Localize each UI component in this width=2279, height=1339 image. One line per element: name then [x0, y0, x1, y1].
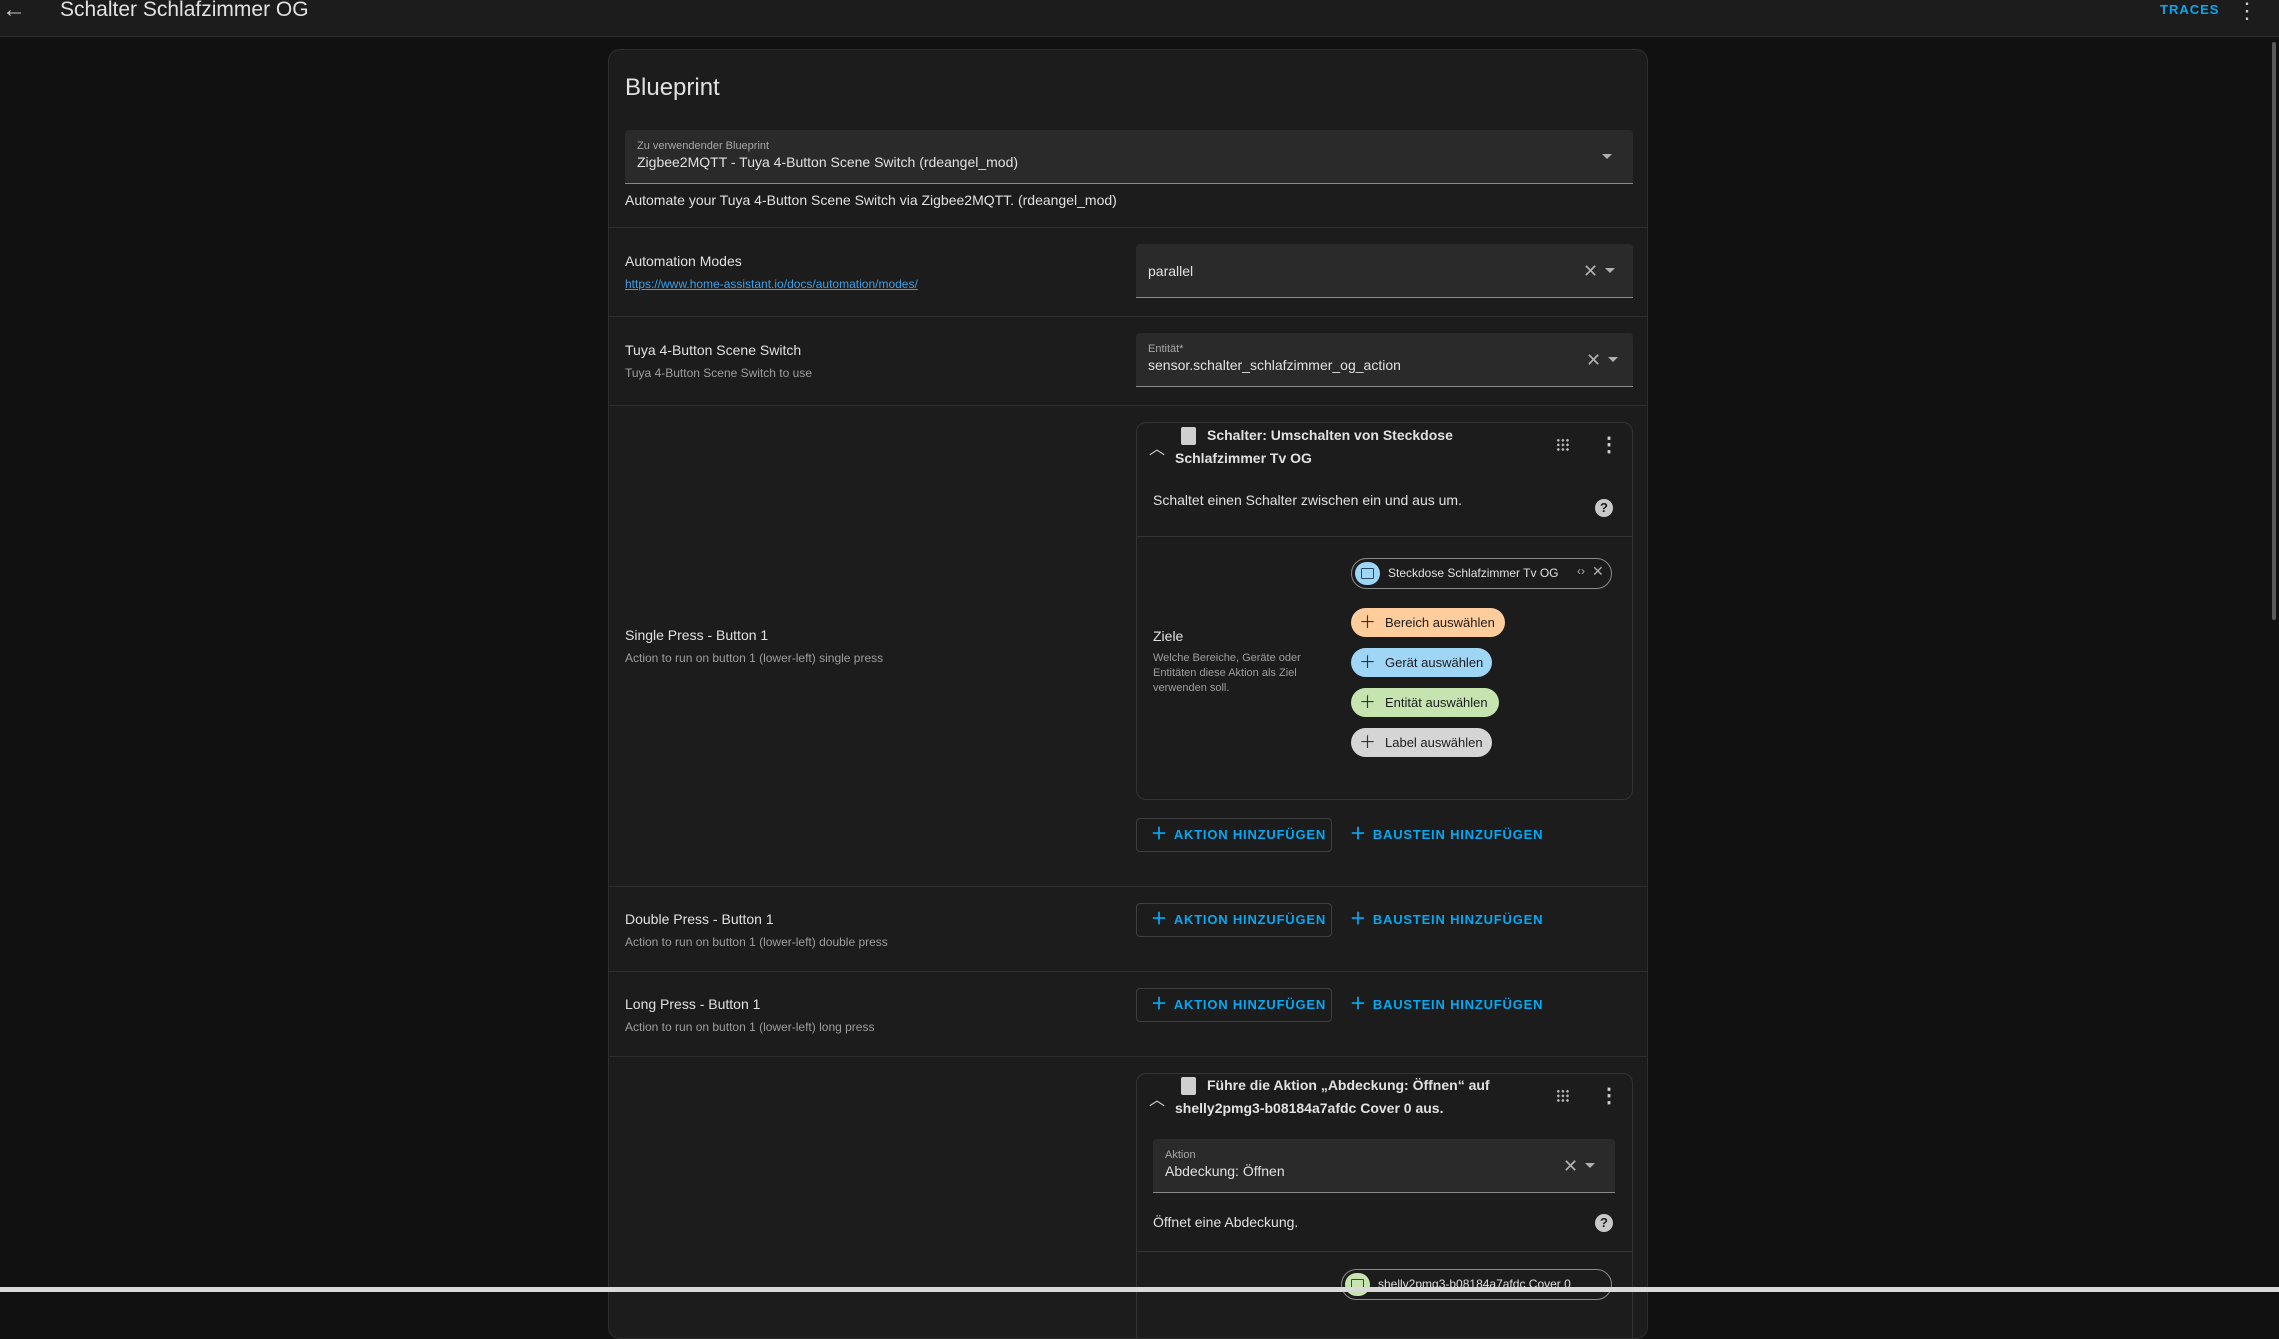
help-icon[interactable]: ?: [1595, 1214, 1613, 1232]
targets-title: Ziele: [1153, 628, 1184, 644]
target-chip[interactable]: Steckdose Schlafzimmer Tv OG ‹› ✕: [1351, 558, 1612, 589]
bottom-edge: [0, 1287, 2279, 1292]
target-chip[interactable]: shelly2pmg3-b08184a7afdc Cover 0: [1341, 1269, 1612, 1300]
action-description: Schaltet einen Schalter zwischen ein und…: [1153, 492, 1462, 508]
action-select-label: Aktion: [1165, 1149, 1196, 1161]
plus-icon: ＋: [1151, 996, 1168, 1013]
chevron-up-icon[interactable]: ︿: [1149, 1086, 1165, 1110]
blueprint-select-value: Zigbee2MQTT - Tuya 4-Button Scene Switch…: [637, 154, 1019, 170]
plus-icon: ＋: [1359, 613, 1376, 632]
entity-picker[interactable]: Entität* sensor.schalter_schlafzimmer_og…: [1136, 333, 1633, 387]
cover-action-title: Führe die Aktion „Abdeckung: Öffnen“ auf…: [1175, 1077, 1490, 1116]
chevron-down-icon[interactable]: [1605, 268, 1615, 273]
action-select-value: Abdeckung: Öffnen: [1165, 1163, 1285, 1179]
automation-modes-link[interactable]: https://www.home-assistant.io/docs/autom…: [625, 277, 918, 291]
divider: [609, 316, 1647, 317]
select-entity-label: Entität auswählen: [1385, 695, 1488, 710]
single-press-subtitle: Action to run on button 1 (lower-left) s…: [625, 651, 884, 665]
entity-picker-label: Entität*: [1148, 343, 1184, 355]
add-block-label: BAUSTEIN HINZUFÜGEN: [1372, 912, 1544, 927]
automation-mode-select[interactable]: parallel ✕: [1136, 244, 1633, 298]
cover-action-description: Öffnet eine Abdeckung.: [1153, 1214, 1299, 1230]
blueprint-card: Blueprint Zu verwendender Blueprint Zigb…: [608, 49, 1648, 1339]
automation-modes-title: Automation Modes: [625, 253, 742, 269]
drag-handle-icon[interactable]: [1556, 1089, 1570, 1103]
overflow-menu-icon[interactable]: ⋮: [1599, 1083, 1619, 1108]
clear-icon[interactable]: ✕: [1563, 1157, 1578, 1175]
overflow-menu-icon[interactable]: ⋮: [2236, 0, 2258, 24]
plus-icon: ＋: [1359, 733, 1376, 752]
switch-input-subtitle: Tuya 4-Button Scene Switch to use: [625, 366, 812, 380]
cover-action-card: ︿ Führe die Aktion „Abdeckung: Öffnen“ a…: [1136, 1073, 1633, 1338]
blueprint-select[interactable]: Zu verwendender Blueprint Zigbee2MQTT - …: [625, 130, 1633, 184]
select-area-label: Bereich auswählen: [1385, 615, 1495, 630]
plus-icon: ＋: [1350, 911, 1367, 928]
plus-icon: ＋: [1350, 826, 1367, 843]
target-chip-label: Steckdose Schlafzimmer Tv OG: [1388, 566, 1559, 580]
chevron-down-icon[interactable]: [1585, 1163, 1595, 1168]
single-press-title: Single Press - Button 1: [625, 627, 769, 643]
long-press-title: Long Press - Button 1: [625, 996, 761, 1012]
divider: [609, 1056, 1647, 1057]
blueprint-heading: Blueprint: [625, 74, 720, 101]
automation-mode-value: parallel: [1148, 263, 1194, 279]
select-device-chip[interactable]: ＋ Gerät auswählen: [1351, 648, 1492, 677]
long-press-subtitle: Action to run on button 1 (lower-left) l…: [625, 1020, 875, 1034]
divider: [609, 886, 1647, 887]
device-icon: [1355, 562, 1380, 585]
toggle-action-card: ︿ Schalter: Umschalten von Steckdose Sch…: [1136, 422, 1633, 800]
expand-icon[interactable]: ‹›: [1577, 564, 1585, 578]
chevron-down-icon: [1602, 154, 1612, 159]
top-app-bar: ← Schalter Schlafzimmer OG TRACES ⋮: [0, 0, 2279, 37]
targets-description: Welche Bereiche, Geräte oder Entitäten d…: [1153, 652, 1301, 694]
select-entity-chip[interactable]: ＋ Entität auswählen: [1351, 688, 1499, 717]
plus-icon: ＋: [1359, 693, 1376, 712]
overflow-menu-icon[interactable]: ⋮: [1599, 432, 1619, 457]
chevron-down-icon[interactable]: [1608, 357, 1618, 362]
blueprint-select-label: Zu verwendender Blueprint: [637, 140, 770, 152]
plus-icon: ＋: [1151, 911, 1168, 928]
add-action-button[interactable]: ＋ AKTION HINZUFÜGEN: [1136, 903, 1332, 937]
drag-handle-icon[interactable]: [1556, 438, 1570, 452]
add-block-button[interactable]: ＋ BAUSTEIN HINZUFÜGEN: [1350, 818, 1543, 852]
add-block-label: BAUSTEIN HINZUFÜGEN: [1372, 997, 1544, 1012]
clear-icon[interactable]: ✕: [1586, 351, 1601, 369]
select-device-label: Gerät auswählen: [1385, 655, 1484, 670]
back-arrow-icon[interactable]: ←: [2, 0, 26, 22]
add-block-button[interactable]: ＋ BAUSTEIN HINZUFÜGEN: [1350, 903, 1543, 937]
clear-icon[interactable]: ✕: [1583, 262, 1598, 280]
remove-icon[interactable]: ✕: [1592, 563, 1604, 580]
add-block-button[interactable]: ＋ BAUSTEIN HINZUFÜGEN: [1350, 988, 1543, 1022]
add-action-button[interactable]: ＋ AKTION HINZUFÜGEN: [1136, 818, 1332, 852]
double-press-subtitle: Action to run on button 1 (lower-left) d…: [625, 935, 888, 949]
plus-icon: ＋: [1151, 826, 1168, 843]
add-action-button[interactable]: ＋ AKTION HINZUFÜGEN: [1136, 988, 1332, 1022]
switch-input-title: Tuya 4-Button Scene Switch: [625, 342, 802, 358]
help-icon[interactable]: ?: [1595, 499, 1613, 517]
entity-picker-value: sensor.schalter_schlafzimmer_og_action: [1148, 357, 1401, 373]
add-action-label: AKTION HINZUFÜGEN: [1173, 997, 1327, 1012]
action-title: Schalter: Umschalten von Steckdose Schla…: [1175, 427, 1453, 466]
select-label-chip[interactable]: ＋ Label auswählen: [1351, 728, 1492, 757]
plus-icon: ＋: [1350, 996, 1367, 1013]
add-block-label: BAUSTEIN HINZUFÜGEN: [1372, 827, 1544, 842]
chevron-up-icon[interactable]: ︿: [1149, 435, 1165, 459]
add-action-label: AKTION HINZUFÜGEN: [1173, 827, 1327, 842]
blueprint-description: Automate your Tuya 4-Button Scene Switch…: [625, 192, 1117, 208]
plus-icon: ＋: [1359, 653, 1376, 672]
divider: [1137, 536, 1632, 537]
add-action-label: AKTION HINZUFÜGEN: [1173, 912, 1327, 927]
select-area-chip[interactable]: ＋ Bereich auswählen: [1351, 608, 1505, 637]
double-press-title: Double Press - Button 1: [625, 911, 774, 927]
divider: [609, 971, 1647, 972]
page-scrollbar[interactable]: [2272, 42, 2276, 620]
divider: [609, 227, 1647, 228]
select-label-label: Label auswählen: [1385, 735, 1483, 750]
page-title: Schalter Schlafzimmer OG: [60, 0, 309, 21]
divider: [609, 405, 1647, 406]
traces-button[interactable]: TRACES: [2160, 2, 2219, 17]
divider: [1137, 1251, 1632, 1252]
action-select[interactable]: Aktion Abdeckung: Öffnen ✕: [1153, 1139, 1615, 1193]
device-icon: [1345, 1273, 1370, 1296]
